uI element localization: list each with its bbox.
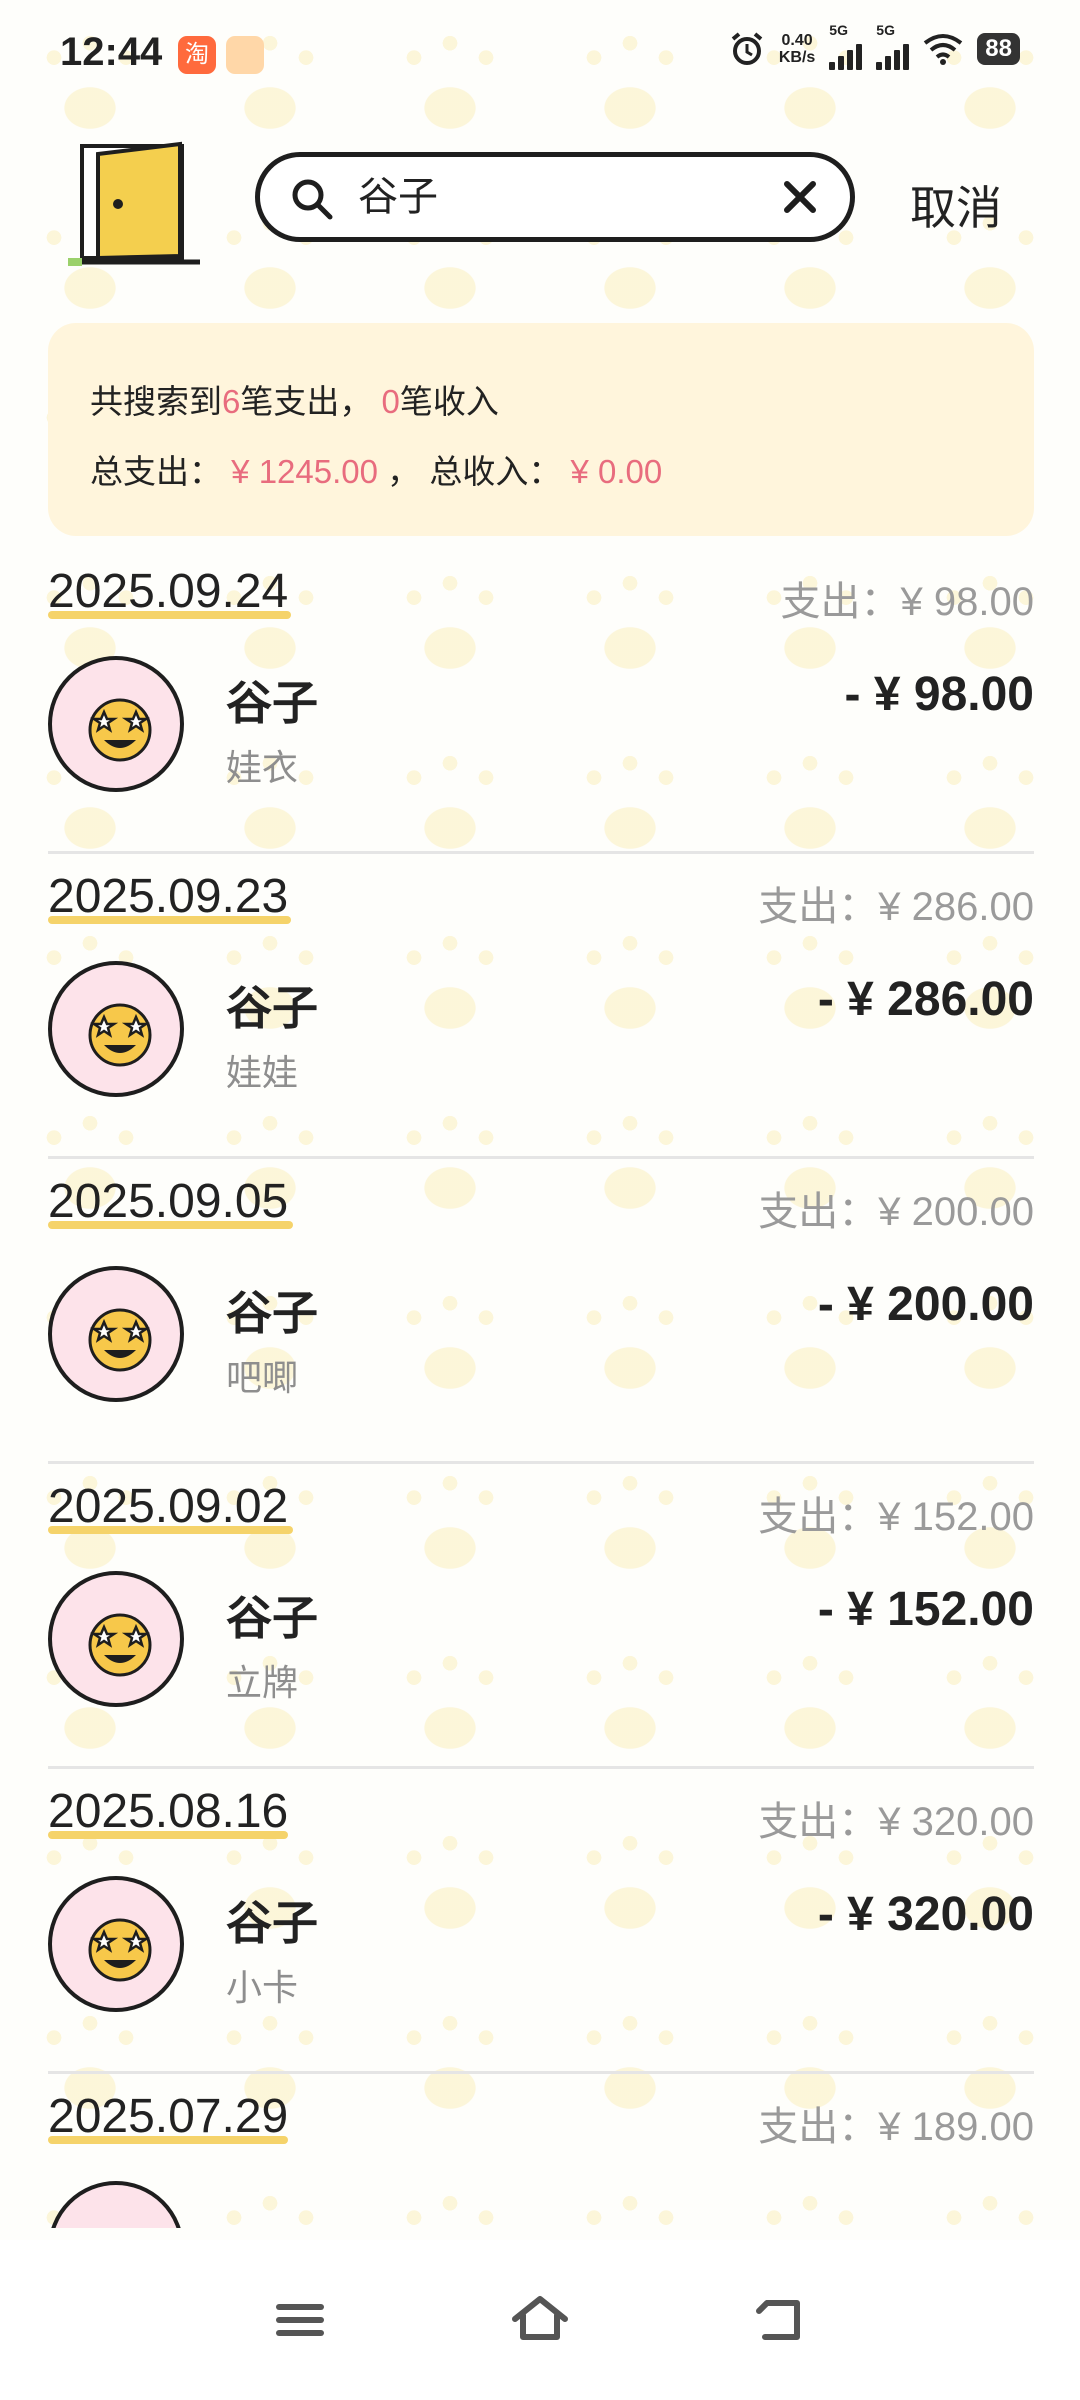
wifi-icon <box>924 34 963 65</box>
item-note: 小卡 <box>226 1967 299 2008</box>
star-eyes-emoji-icon <box>88 698 152 762</box>
status-icons: 0.40 KB/s 5G 5G 88 <box>729 22 1020 70</box>
item-title: 谷子 <box>226 982 318 1034</box>
status-time: 12:44 <box>60 30 163 74</box>
item-note: 吧唧 <box>226 1357 299 1398</box>
item-amount: - ¥ 98.00 <box>844 668 1034 721</box>
divider <box>48 1461 1034 1464</box>
item-title: 谷子 <box>226 1897 318 1949</box>
door-icon[interactable] <box>68 138 202 270</box>
total-income: ¥ 0.00 <box>570 453 663 490</box>
transaction-group[interactable]: 2025.07.29 支出：¥ 189.00 <box>48 2088 1034 2228</box>
status-bar: 12:44 淘 0.40 KB/s 5G 5G 88 <box>0 0 1080 110</box>
category-avatar <box>48 1571 184 1707</box>
search-box[interactable]: 谷子 <box>255 152 855 242</box>
expense-count: 6 <box>222 383 241 420</box>
transaction-group[interactable]: 2025.08.16 支出：¥ 320.00 谷子 小卡 - ¥ 320.00 <box>48 1783 1034 2088</box>
divider <box>48 1156 1034 1159</box>
group-day-total: 支出：¥ 320.00 <box>758 1800 1034 1844</box>
total-expense: ¥ 1245.00 <box>231 453 378 490</box>
transaction-group[interactable]: 2025.09.05 支出：¥ 200.00 谷子 吧唧 - ¥ 200.00 <box>48 1173 1034 1478</box>
category-avatar <box>48 656 184 792</box>
item-note: 娃娃 <box>226 1052 299 1093</box>
search-input[interactable]: 谷子 <box>358 175 438 219</box>
star-eyes-emoji-icon <box>88 1613 152 1677</box>
item-title: 谷子 <box>226 677 318 729</box>
summary-card: 共搜索到6笔支出， 0笔收入 总支出： ¥ 1245.00 ， 总收入： ¥ 0… <box>48 323 1034 536</box>
item-title: 谷子 <box>226 1592 318 1644</box>
summary-total-line: 总支出： ¥ 1245.00 ， 总收入： ¥ 0.00 <box>90 453 663 490</box>
search-header: 谷子 取消 <box>0 130 1080 280</box>
item-amount: - ¥ 200.00 <box>817 1278 1034 1331</box>
item-title: 谷子 <box>226 1287 318 1339</box>
group-day-total: 支出：¥ 200.00 <box>758 1190 1034 1234</box>
dog-app-icon <box>226 36 264 74</box>
item-note: 娃衣 <box>226 747 299 788</box>
star-eyes-emoji-icon <box>88 1003 152 1067</box>
summary-count-line: 共搜索到6笔支出， 0笔收入 <box>90 383 499 420</box>
category-avatar <box>48 1266 184 1402</box>
group-day-total: 支出：¥ 98.00 <box>780 580 1034 624</box>
group-day-total: 支出：¥ 286.00 <box>758 885 1034 929</box>
divider <box>48 2071 1034 2074</box>
item-amount: - ¥ 320.00 <box>817 1888 1034 1941</box>
divider <box>48 1766 1034 1769</box>
signal-2-icon: 5G <box>876 22 910 70</box>
net-speed: 0.40 KB/s <box>778 32 816 66</box>
divider <box>48 851 1034 854</box>
item-amount: - ¥ 286.00 <box>817 973 1034 1026</box>
system-nav-bar <box>0 2240 1080 2400</box>
taobao-app-icon: 淘 <box>178 36 216 74</box>
star-eyes-emoji-icon <box>88 1918 152 1982</box>
battery-indicator: 88 <box>977 33 1020 65</box>
back-icon[interactable] <box>745 2285 815 2355</box>
home-icon[interactable] <box>505 2285 575 2355</box>
signal-1-icon: 5G <box>829 22 863 70</box>
category-avatar <box>48 1876 184 2012</box>
menu-icon[interactable] <box>265 2285 335 2355</box>
item-note: 立牌 <box>226 1662 299 1703</box>
item-amount: - ¥ 152.00 <box>817 1583 1034 1636</box>
transaction-group[interactable]: 2025.09.02 支出：¥ 152.00 谷子 立牌 - ¥ 152.00 <box>48 1478 1034 1783</box>
transaction-group[interactable]: 2025.09.23 支出：¥ 286.00 谷子 娃娃 - ¥ 286.00 <box>48 868 1034 1173</box>
cancel-button[interactable]: 取消 <box>910 172 1002 238</box>
group-day-total: 支出：¥ 189.00 <box>758 2105 1034 2149</box>
star-eyes-emoji-icon <box>88 1308 152 1372</box>
alarm-icon <box>731 32 763 65</box>
clear-icon[interactable] <box>782 179 818 215</box>
search-icon <box>292 179 333 220</box>
category-avatar <box>48 2181 184 2228</box>
category-avatar <box>48 961 184 1097</box>
group-day-total: 支出：¥ 152.00 <box>758 1495 1034 1539</box>
transaction-group[interactable]: 2025.09.24 支出：¥ 98.00 谷子 娃衣 - ¥ 98.00 <box>48 563 1034 868</box>
income-count: 0 <box>381 383 400 420</box>
